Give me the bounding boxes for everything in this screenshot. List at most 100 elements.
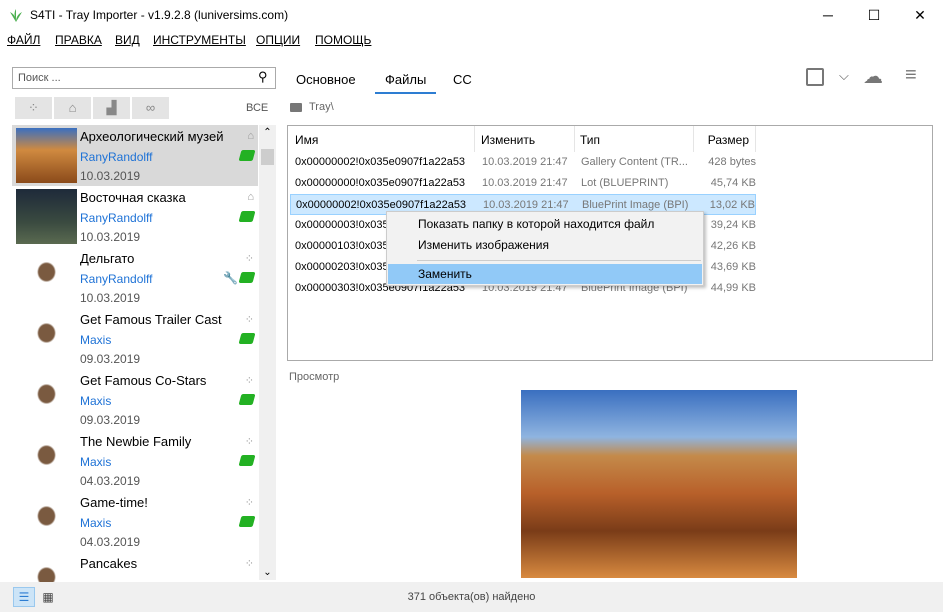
item-author[interactable]: Maxis — [80, 516, 111, 530]
item-thumbnail — [16, 189, 77, 244]
hamburger-menu-icon[interactable]: ≡ — [905, 64, 917, 87]
wrench-icon: 🔧 — [223, 271, 238, 285]
tag-icon — [238, 211, 256, 222]
item-author[interactable]: RanyRandolff — [80, 150, 153, 164]
household-icon: ⁘ — [244, 253, 254, 265]
item-date: 09.03.2019 — [80, 413, 141, 427]
household-icon: ⁘ — [244, 436, 254, 448]
item-author[interactable]: Maxis — [80, 394, 111, 408]
breadcrumb[interactable]: Tray\ — [309, 101, 334, 113]
minimize-button[interactable]: ─ — [805, 0, 851, 30]
context-show-folder[interactable]: Показать папку в которой находится файл — [388, 214, 702, 234]
tag-icon — [238, 333, 256, 344]
list-item[interactable]: Get Famous Co-Stars Maxis 09.03.2019 ⁘ — [12, 369, 258, 430]
context-replace[interactable]: Заменить — [388, 264, 702, 284]
lot-icon: ⌂ — [247, 191, 254, 203]
maximize-button[interactable]: ☐ — [851, 0, 897, 30]
filter-households-button[interactable]: ⁘ — [15, 97, 52, 119]
app-logo-icon — [8, 7, 24, 23]
save-icon[interactable] — [806, 68, 824, 86]
item-author[interactable]: Maxis — [80, 455, 111, 469]
window-title: S4TI - Tray Importer - v1.9.2.8 (luniver… — [30, 8, 289, 22]
item-thumbnail — [16, 433, 77, 488]
cloud-download-icon[interactable]: ☁ — [863, 64, 883, 89]
tag-icon — [238, 455, 256, 466]
item-name: Get Famous Co-Stars — [80, 373, 207, 388]
preview-image — [521, 390, 797, 578]
item-name: The Newbie Family — [80, 434, 192, 449]
cell-name: 0x00000002!0x035e0907f1a22a53 — [295, 156, 466, 168]
list-item[interactable]: Дельгато RanyRandolff 10.03.2019 ⁘ 🔧 — [12, 247, 258, 308]
household-icon: ⁘ — [244, 497, 254, 509]
scroll-up-icon[interactable]: ⌃ — [259, 127, 276, 138]
item-author[interactable]: RanyRandolff — [80, 211, 153, 225]
cell-modified: 10.03.2019 21:47 — [482, 156, 568, 168]
cell-type: Lot (BLUEPRINT) — [581, 177, 669, 189]
table-row[interactable]: 0x00000000!0x035e0907f1a22a53 10.03.2019 … — [290, 173, 756, 194]
context-separator — [417, 260, 701, 261]
cell-size: 13,02 KB — [709, 199, 755, 211]
chevron-down-icon[interactable]: ⌵ — [839, 68, 849, 84]
list-item[interactable]: Археологический музей RanyRandolff 10.03… — [12, 125, 258, 186]
close-button[interactable]: ✕ — [897, 0, 943, 30]
menu-file[interactable]: ФАЙЛ — [7, 33, 40, 47]
menu-view[interactable]: ВИД — [115, 33, 140, 47]
item-name: Дельгато — [80, 251, 135, 266]
cell-name: 0x00000000!0x035e0907f1a22a53 — [295, 177, 466, 189]
menu-bar: ФАЙЛ ПРАВКА ВИД ИНСТРУМЕНТЫ ОПЦИИ ПОМОЩЬ — [0, 30, 943, 50]
list-item[interactable]: The Newbie Family Maxis 04.03.2019 ⁘ — [12, 430, 258, 491]
tab-main[interactable]: Основное — [286, 66, 366, 94]
cell-size: 39,24 KB — [710, 219, 756, 231]
item-date: 04.03.2019 — [80, 474, 141, 488]
status-bar: ☰ ▦ 371 объекта(ов) найдено — [0, 582, 943, 612]
menu-help[interactable]: ПОМОЩЬ — [315, 33, 371, 47]
menu-options[interactable]: ОПЦИИ — [256, 33, 300, 47]
context-change-images[interactable]: Изменить изображения — [388, 235, 702, 255]
tab-files[interactable]: Файлы — [375, 66, 437, 94]
filter-lots-button[interactable]: ⌂ — [54, 97, 91, 119]
column-header-type[interactable]: Тип — [575, 126, 694, 152]
search-icon[interactable]: ⚲ — [258, 69, 268, 85]
filter-rooms-button[interactable]: ▟ — [93, 97, 130, 119]
column-header-name[interactable]: Имя — [288, 126, 475, 152]
cell-size: 44,99 KB — [710, 282, 756, 294]
cell-size: 45,74 KB — [710, 177, 756, 189]
list-item[interactable]: Game-time! Maxis 04.03.2019 ⁘ — [12, 491, 258, 552]
item-author[interactable]: Maxis — [80, 333, 111, 347]
search-input[interactable]: Поиск ... — [12, 67, 276, 89]
list-scrollbar[interactable]: ⌃ ⌄ — [259, 125, 276, 580]
item-name: Game-time! — [80, 495, 148, 510]
menu-tools[interactable]: ИНСТРУМЕНТЫ — [153, 33, 246, 47]
item-name: Археологический музей — [80, 129, 224, 144]
column-header-modified[interactable]: Изменить — [475, 126, 575, 152]
scroll-down-icon[interactable]: ⌄ — [259, 567, 276, 578]
filter-all-button[interactable]: ВСЕ — [246, 102, 268, 114]
column-header-size[interactable]: Размер — [694, 126, 756, 152]
menu-edit[interactable]: ПРАВКА — [55, 33, 102, 47]
household-icon: ⁘ — [244, 558, 254, 570]
tab-cc[interactable]: CC — [443, 66, 482, 94]
tag-icon — [238, 516, 256, 527]
title-bar: S4TI - Tray Importer - v1.9.2.8 (luniver… — [0, 0, 943, 30]
item-date: 10.03.2019 — [80, 291, 141, 305]
scroll-thumb[interactable] — [261, 149, 274, 165]
list-item[interactable]: Восточная сказка RanyRandolff 10.03.2019… — [12, 186, 258, 247]
lot-icon: ⌂ — [247, 130, 254, 142]
filter-all-infinity-button[interactable]: ∞ — [132, 97, 169, 119]
item-thumbnail — [16, 250, 77, 305]
item-date: 09.03.2019 — [80, 352, 141, 366]
list-item[interactable]: Get Famous Trailer Cast Maxis 09.03.2019… — [12, 308, 258, 369]
household-icon: ⁘ — [244, 375, 254, 387]
folder-icon — [290, 103, 302, 112]
cell-modified: 10.03.2019 21:47 — [482, 177, 568, 189]
preview-label: Просмотр — [289, 371, 340, 383]
item-thumbnail — [16, 311, 77, 366]
item-date: 10.03.2019 — [80, 169, 141, 183]
table-row[interactable]: 0x00000002!0x035e0907f1a22a53 10.03.2019 … — [290, 152, 756, 173]
household-icon: ⁘ — [244, 314, 254, 326]
item-author[interactable]: RanyRandolff — [80, 272, 153, 286]
context-menu: Показать папку в которой находится файл … — [386, 211, 704, 286]
item-date: 04.03.2019 — [80, 535, 141, 549]
item-thumbnail — [16, 128, 77, 183]
cell-size: 43,69 KB — [710, 261, 756, 273]
